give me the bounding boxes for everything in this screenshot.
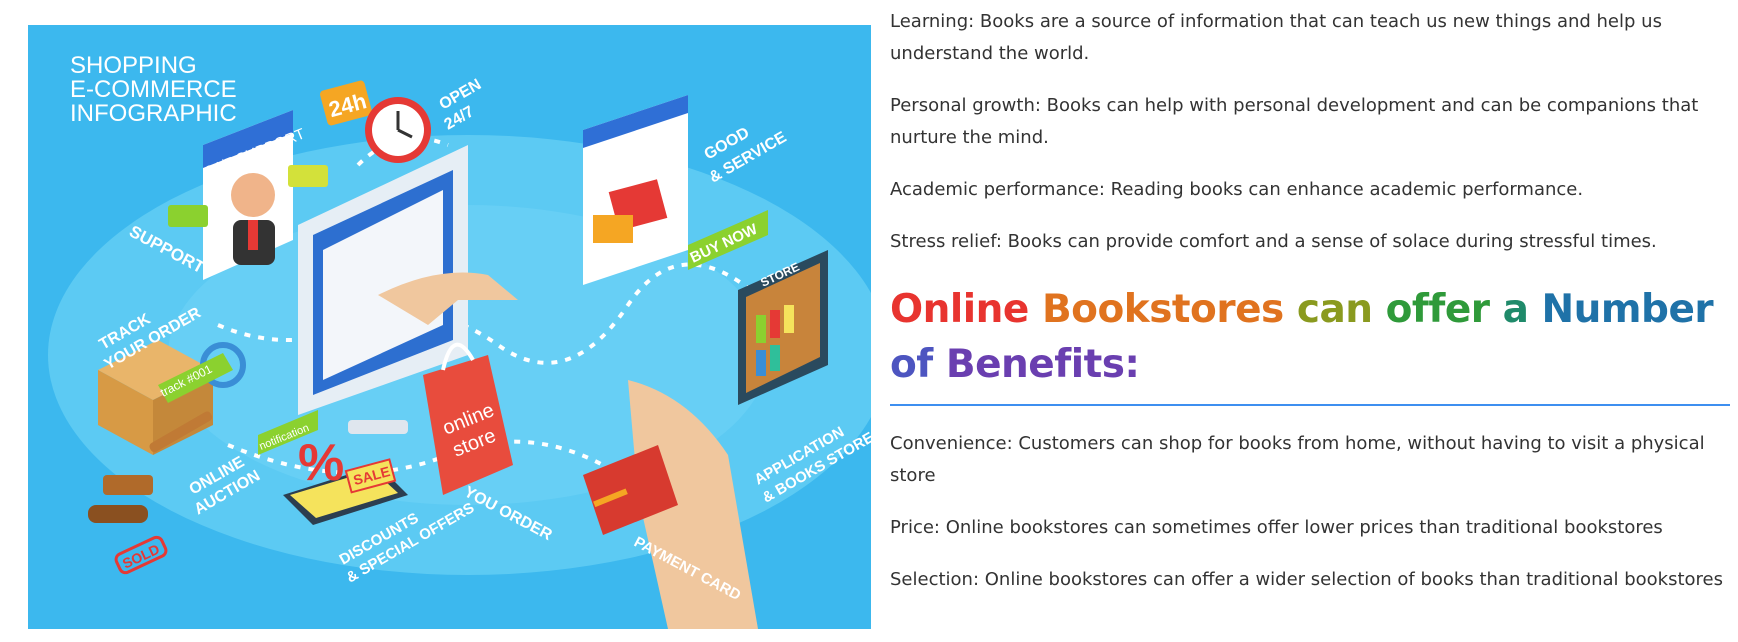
article-content: Learning: Books are a source of informat… bbox=[890, 6, 1730, 616]
paragraph-price: Price: Online bookstores can sometimes o… bbox=[890, 517, 1663, 538]
heading-word: Benefits: bbox=[945, 342, 1140, 387]
section-heading: Online Bookstores can offer a Number of … bbox=[890, 282, 1730, 392]
paragraph-convenience: Convenience: Customers can shop for book… bbox=[890, 433, 1705, 486]
heading-word: Number bbox=[1541, 287, 1714, 332]
heading-word: a bbox=[1502, 287, 1542, 332]
paragraph-selection: Selection: Online bookstores can offer a… bbox=[890, 569, 1724, 590]
benefits-list-top: Learning: Books are a source of informat… bbox=[890, 6, 1730, 258]
paragraph-academic-performance: Academic performance: Reading books can … bbox=[890, 179, 1584, 200]
svg-text:SHOPPING: SHOPPING bbox=[70, 52, 197, 79]
paragraph-personal-growth: Personal growth: Books can help with per… bbox=[890, 95, 1699, 148]
percent-icon: % bbox=[298, 434, 344, 492]
heading-word: Online bbox=[890, 287, 1042, 332]
heading-word: Bookstores bbox=[1041, 287, 1297, 332]
svg-text:INFOGRAPHIC: INFOGRAPHIC bbox=[70, 100, 237, 127]
heading-word: of bbox=[890, 342, 946, 387]
heading-divider bbox=[890, 404, 1730, 406]
heading-word: can bbox=[1296, 287, 1386, 332]
heading-word: offer bbox=[1385, 287, 1503, 332]
paragraph-stress-relief: Stress relief: Books can provide comfort… bbox=[890, 231, 1657, 252]
benefits-list-bottom: Convenience: Customers can shop for book… bbox=[890, 428, 1730, 596]
ecommerce-infographic-image: SHOPPING E-COMMERCE INFOGRAPHIC 24/7 SUP… bbox=[28, 25, 871, 629]
svg-text:E-COMMERCE: E-COMMERCE bbox=[70, 76, 237, 103]
paragraph-learning: Learning: Books are a source of informat… bbox=[890, 11, 1662, 64]
